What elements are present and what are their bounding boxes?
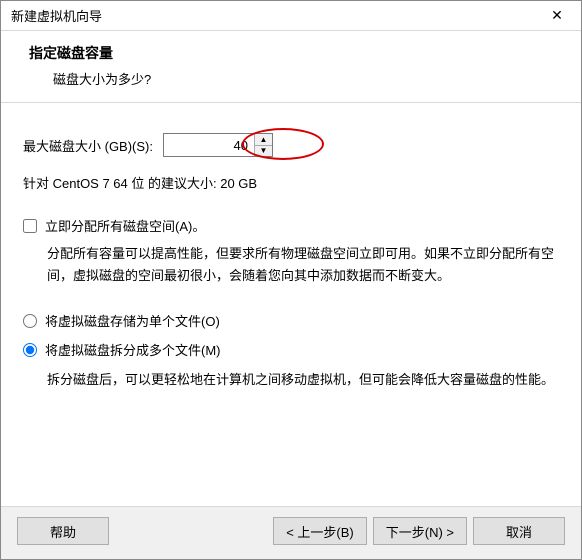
disk-size-input[interactable] [164,134,254,156]
allocate-now-checkbox[interactable] [23,219,37,233]
close-icon[interactable]: ✕ [537,2,577,30]
header: 指定磁盘容量 磁盘大小为多少? [1,31,581,103]
next-button[interactable]: 下一步(N) > [373,517,467,545]
store-split-radio[interactable] [23,343,37,357]
allocate-now-row[interactable]: 立即分配所有磁盘空间(A)。 [23,216,559,235]
back-button[interactable]: < 上一步(B) [273,517,367,545]
footer: 帮助 < 上一步(B) 下一步(N) > 取消 [1,506,581,559]
store-split-label: 将虚拟磁盘拆分成多个文件(M) [45,340,221,359]
store-single-row[interactable]: 将虚拟磁盘存储为单个文件(O) [23,311,559,330]
window-title: 新建虚拟机向导 [11,6,537,25]
wizard-window: 新建虚拟机向导 ✕ 指定磁盘容量 磁盘大小为多少? 最大磁盘大小 (GB)(S)… [0,0,582,560]
spinner-down-icon[interactable]: ▼ [255,146,272,157]
store-single-label: 将虚拟磁盘存储为单个文件(O) [45,311,220,330]
disk-size-label: 最大磁盘大小 (GB)(S): [23,136,153,155]
allocate-now-label: 立即分配所有磁盘空间(A)。 [45,216,205,235]
cancel-button[interactable]: 取消 [473,517,565,545]
allocate-now-desc: 分配所有容量可以提高性能，但要求所有物理磁盘空间立即可用。如果不立即分配所有空间… [47,243,559,287]
recommended-size: 针对 CentOS 7 64 位 的建议大小: 20 GB [23,173,559,192]
content-area: 最大磁盘大小 (GB)(S): ▲ ▼ 针对 CentOS 7 64 位 的建议… [1,103,581,506]
page-heading: 指定磁盘容量 [29,43,561,63]
titlebar: 新建虚拟机向导 ✕ [1,1,581,31]
page-subheading: 磁盘大小为多少? [53,69,561,88]
spinner-up-icon[interactable]: ▲ [255,134,272,146]
store-split-row[interactable]: 将虚拟磁盘拆分成多个文件(M) [23,340,559,359]
help-button[interactable]: 帮助 [17,517,109,545]
disk-size-spinner[interactable]: ▲ ▼ [163,133,273,157]
spinner-buttons: ▲ ▼ [254,134,272,156]
store-split-desc: 拆分磁盘后，可以更轻松地在计算机之间移动虚拟机，但可能会降低大容量磁盘的性能。 [47,369,559,391]
store-single-radio[interactable] [23,314,37,328]
disk-size-row: 最大磁盘大小 (GB)(S): ▲ ▼ [23,133,559,157]
